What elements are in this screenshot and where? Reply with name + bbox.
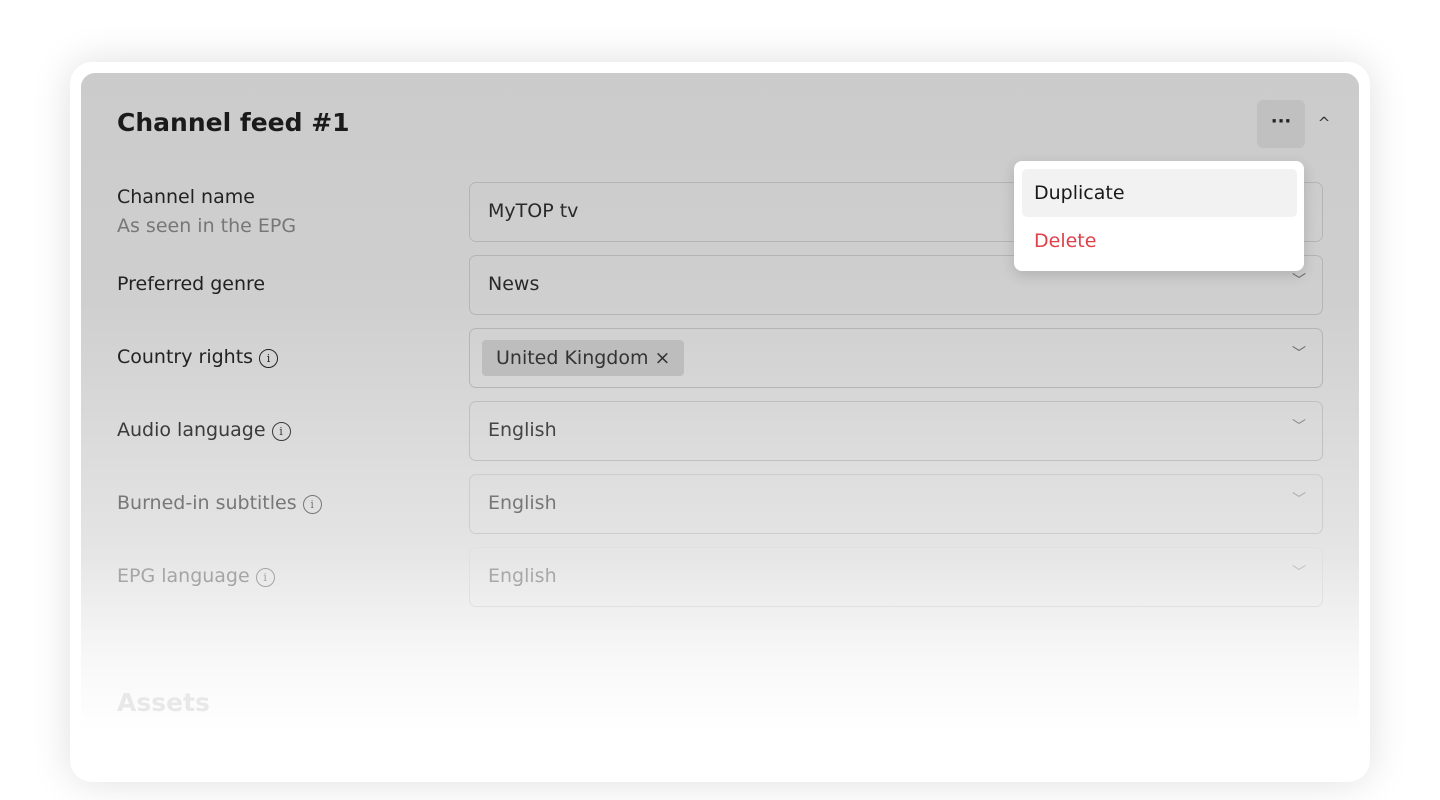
audio-language-label: Audio language i [117, 419, 291, 441]
chevron-down-icon: ﹀ [1292, 565, 1306, 581]
country-chip-label: United Kingdom [496, 347, 649, 369]
chevron-down-icon: ﹀ [1292, 346, 1306, 362]
info-icon[interactable]: i [271, 422, 291, 441]
epg-language-value: English [488, 565, 557, 587]
channel-name-label: Channel name [117, 186, 255, 208]
duplicate-menu-item[interactable]: Duplicate [1022, 169, 1297, 217]
subtitles-text: Burned-in subtitles [117, 492, 297, 514]
chevron-down-icon: ﹀ [1292, 273, 1306, 289]
country-rights-select[interactable]: United Kingdom × ﹀ [469, 328, 1323, 388]
chevron-down-icon: ﹀ [1292, 419, 1306, 435]
collapse-chevron-icon[interactable]: ^ [1312, 108, 1336, 138]
audio-language-text: Audio language [117, 419, 266, 441]
epg-language-text: EPG language [117, 565, 250, 587]
country-rights-label: Country rights i [117, 346, 279, 368]
info-icon[interactable]: i [259, 349, 279, 368]
assets-section-title: Assets [117, 688, 210, 717]
country-chip: United Kingdom × [482, 340, 685, 376]
audio-language-value: English [488, 419, 557, 441]
close-icon[interactable]: × [655, 347, 671, 369]
more-options-menu: Duplicate Delete [1014, 161, 1304, 271]
chevron-down-icon: ﹀ [1292, 492, 1306, 508]
panel-title: Channel feed #1 [117, 108, 350, 137]
channel-name-hint: As seen in the EPG [117, 215, 297, 237]
genre-value: News [488, 273, 540, 295]
subtitles-value: English [488, 492, 557, 514]
genre-label: Preferred genre [117, 273, 266, 295]
delete-menu-item[interactable]: Delete [1022, 217, 1297, 265]
subtitles-label: Burned-in subtitles i [117, 492, 322, 514]
audio-language-select[interactable]: English ﹀ [469, 401, 1323, 461]
info-icon[interactable]: i [302, 495, 322, 514]
epg-language-select[interactable]: English ﹀ [469, 547, 1323, 607]
subtitles-select[interactable]: English ﹀ [469, 474, 1323, 534]
country-rights-text: Country rights [117, 346, 254, 368]
epg-language-label: EPG language i [117, 565, 275, 587]
info-icon[interactable]: i [255, 568, 275, 587]
channel-name-value: MyTOP tv [488, 200, 579, 222]
more-options-button[interactable]: ··· [1257, 100, 1305, 148]
